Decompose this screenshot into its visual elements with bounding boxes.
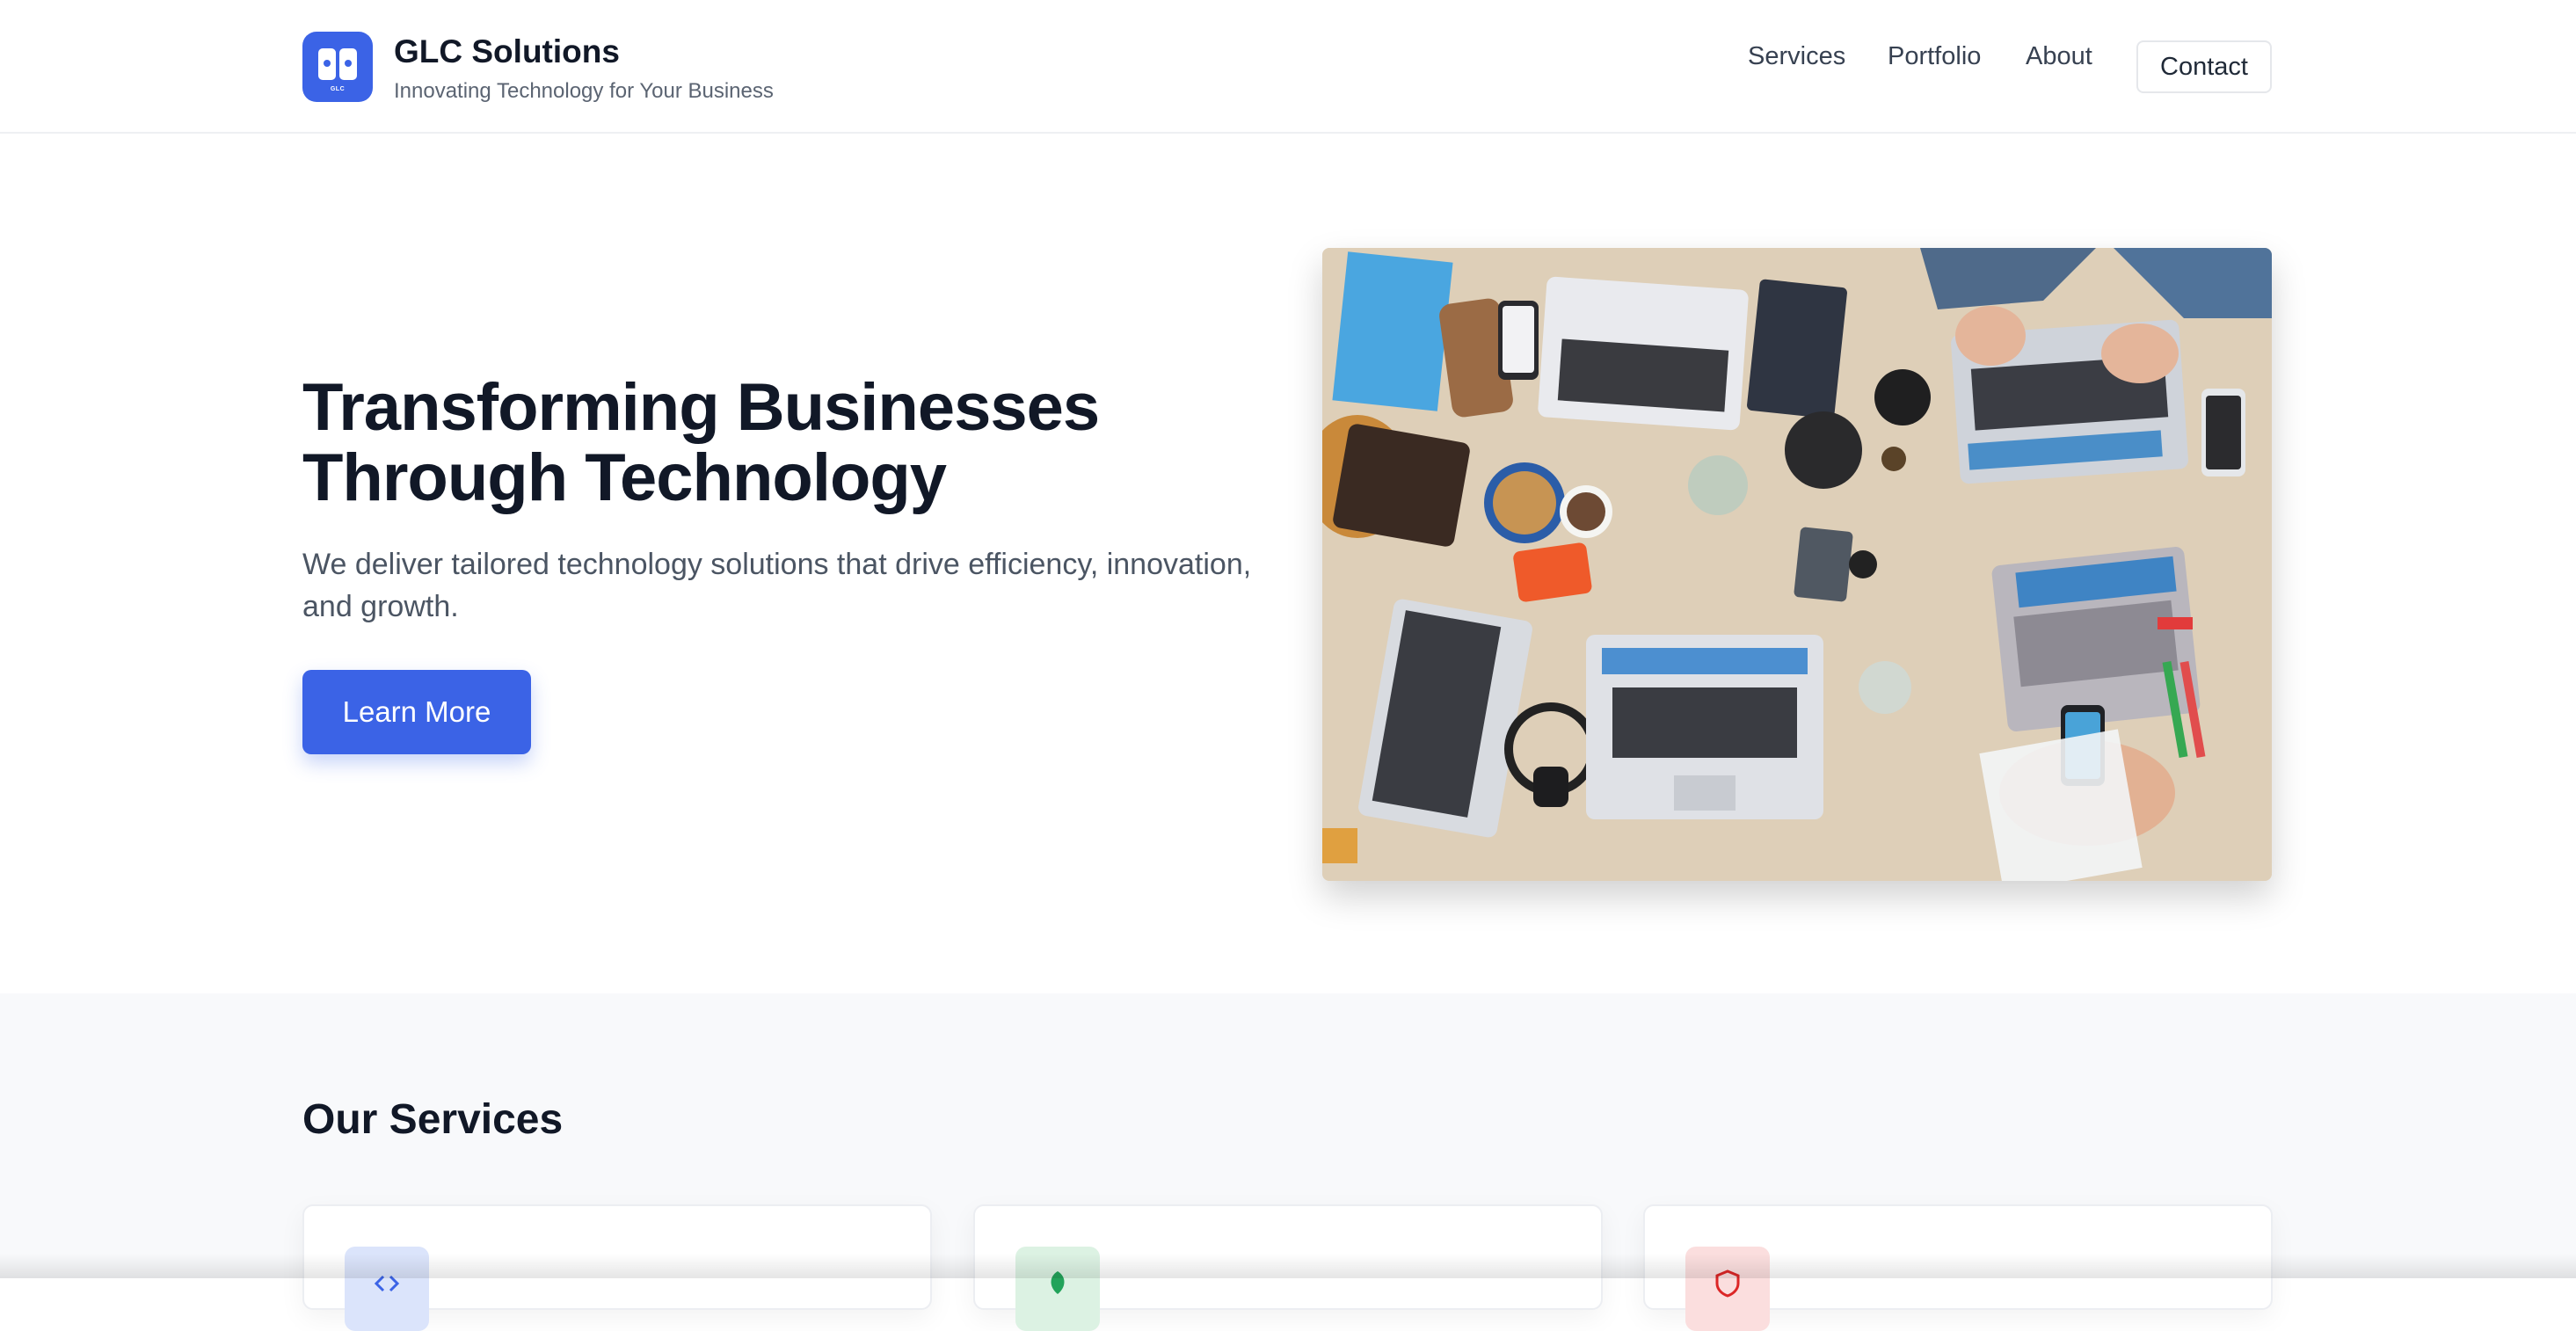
logo-icon[interactable]: GLC bbox=[302, 32, 373, 102]
nav-about[interactable]: About bbox=[2026, 42, 2092, 71]
nav-portfolio[interactable]: Portfolio bbox=[1888, 42, 1981, 71]
hero-title: Transforming Businesses Through Technolo… bbox=[302, 373, 1182, 513]
bottom-shadow bbox=[0, 1254, 2576, 1278]
learn-more-button[interactable]: Learn More bbox=[302, 670, 531, 754]
hero-subtitle: We deliver tailored technology solutions… bbox=[302, 548, 1252, 623]
logo-shape bbox=[339, 48, 357, 80]
brand-name[interactable]: GLC Solutions bbox=[394, 33, 620, 70]
hero-title-line2: Through Technology bbox=[302, 440, 947, 515]
logo-shape bbox=[318, 48, 336, 80]
hero-image bbox=[1322, 248, 2272, 881]
services-title: Our Services bbox=[302, 1096, 564, 1143]
nav-services[interactable]: Services bbox=[1748, 42, 1845, 71]
logo-text: GLC bbox=[330, 86, 346, 92]
contact-button[interactable]: Contact bbox=[2136, 40, 2272, 93]
team-workspace-photo-icon bbox=[1322, 248, 2272, 881]
site-header: GLC GLC Solutions Innovating Technology … bbox=[0, 0, 2576, 134]
hero-title-line1: Transforming Businesses bbox=[302, 370, 1100, 445]
brand-tagline: Innovating Technology for Your Business bbox=[394, 79, 774, 103]
